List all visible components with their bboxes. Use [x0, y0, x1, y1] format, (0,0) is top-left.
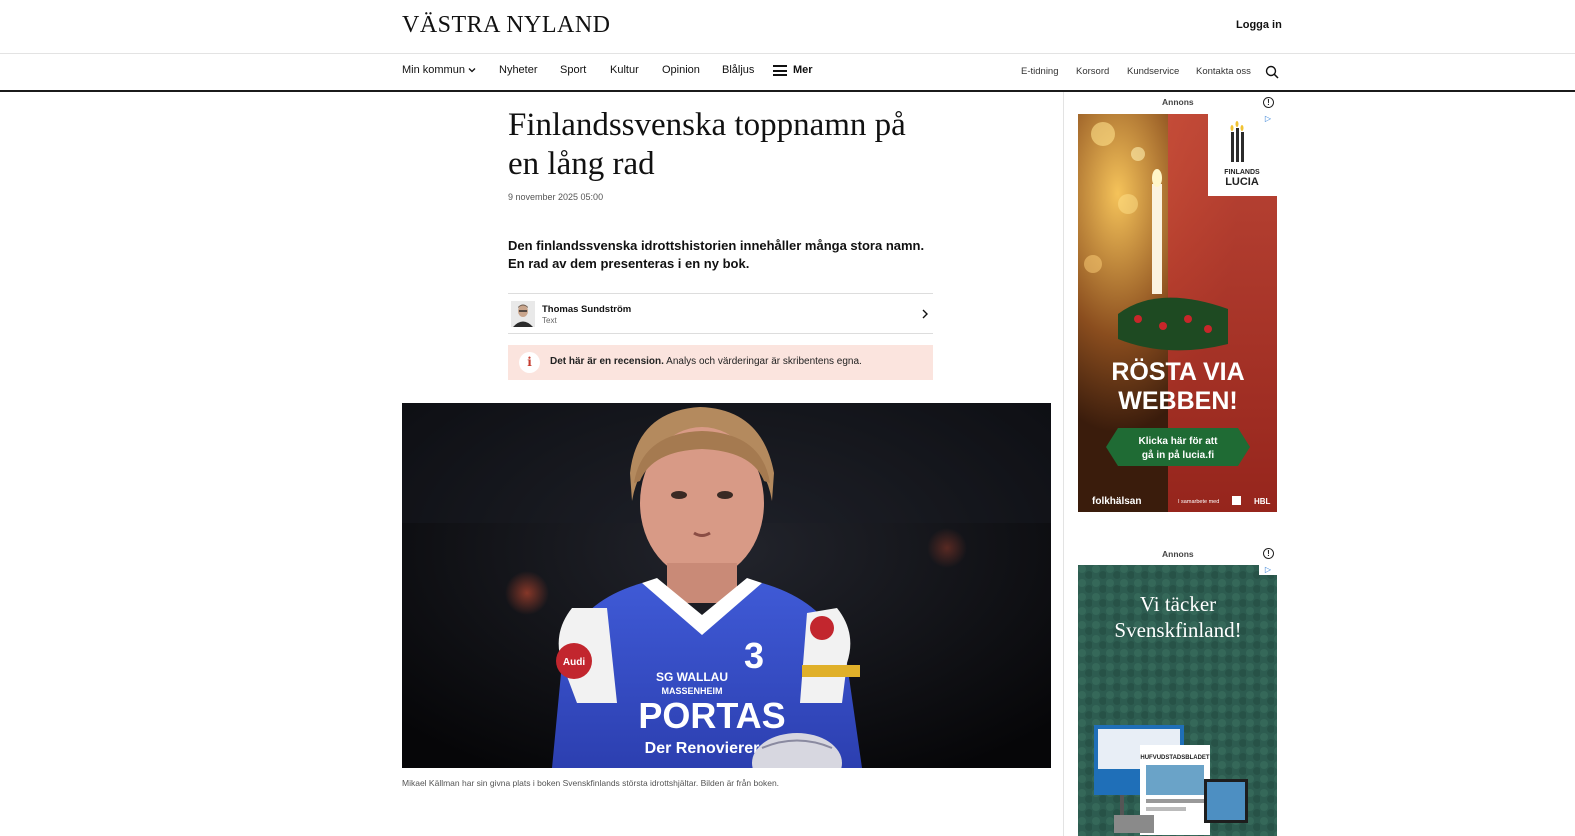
util-link-kundservice[interactable]: Kundservice: [1127, 66, 1179, 77]
ad-finlands-lucia[interactable]: FINLANDS LUCIA RÖSTA VIA WEBBEN! Klicka …: [1078, 114, 1277, 512]
svg-text:I samarbete med: I samarbete med: [1178, 499, 1219, 505]
author-avatar: [511, 301, 535, 327]
nav-item-blaljus[interactable]: Blåljus: [722, 64, 754, 76]
menu-icon[interactable]: [773, 65, 787, 76]
ad-label-2: Annons: [1162, 549, 1194, 559]
svg-text:RÖSTA VIA: RÖSTA VIA: [1111, 357, 1244, 386]
svg-text:folkhälsan: folkhälsan: [1092, 496, 1141, 507]
hero-image[interactable]: Audi 3 SG WALLAU MASSENHEIM PORTAS Der R…: [402, 403, 1051, 768]
svg-text:Audi: Audi: [563, 657, 585, 668]
svg-text:HBL: HBL: [1254, 497, 1271, 506]
nav-item-nyheter[interactable]: Nyheter: [499, 64, 538, 76]
article-headline: Finlandssvenska toppnamn på en lång rad: [508, 107, 906, 182]
author-name: Thomas Sundström: [542, 304, 632, 315]
publish-date: 9 november 2025 05:00: [508, 192, 604, 202]
svg-text:Klicka här för att: Klicka här för att: [1139, 436, 1219, 447]
review-notice: i Det här är en recension. Analys och vä…: [508, 345, 933, 380]
info-icon: i: [519, 352, 540, 373]
adchoices-icon[interactable]: ▷: [1259, 114, 1277, 124]
adchoices-icon-2[interactable]: ▷: [1259, 565, 1277, 575]
sidebar-divider: [1063, 92, 1064, 836]
util-link-korsord[interactable]: Korsord: [1076, 66, 1109, 77]
search-icon[interactable]: [1265, 65, 1279, 79]
chevron-down-icon: [468, 68, 476, 73]
login-link[interactable]: Logga in: [1236, 19, 1282, 31]
image-caption: Mikael Källman har sin givna plats i bok…: [402, 778, 780, 788]
nav-item-label: Min kommun: [402, 64, 465, 76]
ad-info-icon[interactable]: !: [1263, 97, 1274, 108]
nav-item-min-kommun[interactable]: Min kommun: [402, 64, 476, 76]
author-byline[interactable]: Thomas Sundström Text: [508, 293, 933, 334]
ad-info-icon-2[interactable]: !: [1263, 548, 1274, 559]
chevron-right-icon: [922, 309, 928, 319]
svg-text:WEBBEN!: WEBBEN!: [1118, 387, 1237, 415]
main-nav: Min kommun Nyheter Sport Kultur Opinion …: [0, 54, 1575, 92]
svg-text:gå in på lucia.fi: gå in på lucia.fi: [1142, 449, 1214, 461]
site-logo[interactable]: VÄSTRA NYLAND: [402, 12, 611, 39]
nav-more-button[interactable]: Mer: [793, 64, 813, 76]
svg-text:FINLANDS: FINLANDS: [1224, 169, 1260, 176]
svg-text:Svenskfinland!: Svenskfinland!: [1114, 618, 1241, 642]
svg-text:Vi täcker: Vi täcker: [1140, 592, 1216, 616]
ad-label: Annons: [1162, 97, 1194, 107]
nav-item-kultur[interactable]: Kultur: [610, 64, 639, 76]
article-lead: Den finlandssvenska idrottshistorien inn…: [508, 238, 925, 271]
top-bar: VÄSTRA NYLAND Logga in: [0, 0, 1575, 54]
svg-text:HUFVUDSTADSBLADET: HUFVUDSTADSBLADET: [1140, 755, 1210, 761]
svg-text:LUCIA: LUCIA: [1225, 176, 1259, 188]
svg-text:3: 3: [744, 635, 764, 676]
nav-item-sport[interactable]: Sport: [560, 64, 586, 76]
nav-item-opinion[interactable]: Opinion: [662, 64, 700, 76]
svg-text:SG WALLAU: SG WALLAU: [656, 670, 728, 684]
author-role: Text: [542, 316, 557, 325]
svg-text:PORTAS: PORTAS: [638, 695, 785, 736]
util-link-e-tidning[interactable]: E-tidning: [1021, 66, 1059, 77]
review-notice-text: Det här är en recension. Analys och värd…: [550, 356, 862, 367]
svg-text:Der Renovierer: Der Renovierer: [645, 740, 760, 757]
ad-vi-tacker-svenskfinland[interactable]: Vi täcker Svenskfinland! HUFVUDSTADSBLAD…: [1078, 565, 1277, 836]
util-link-kontakta-oss[interactable]: Kontakta oss: [1196, 66, 1251, 77]
